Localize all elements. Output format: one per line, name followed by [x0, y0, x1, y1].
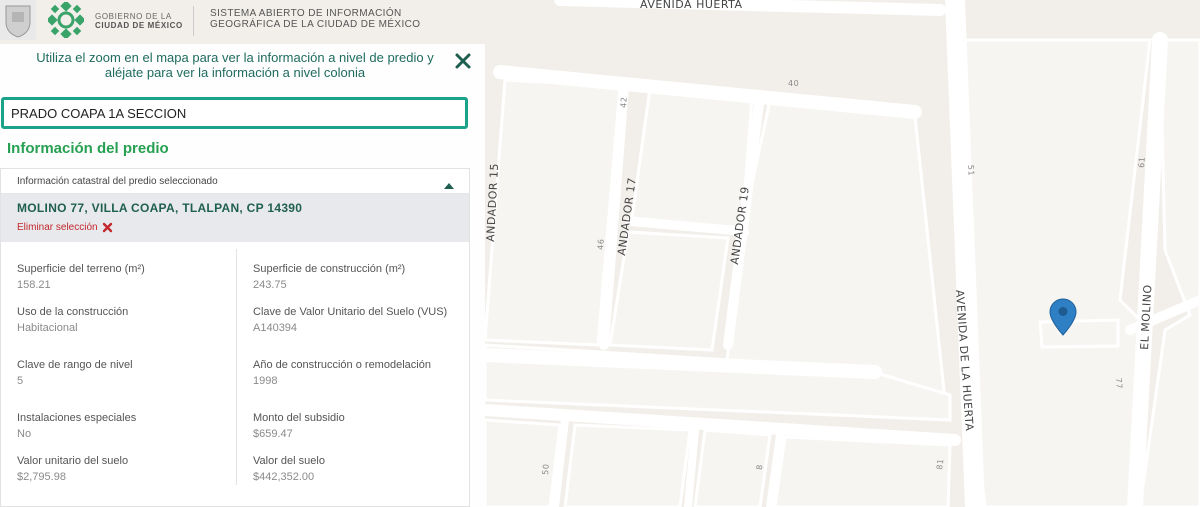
- lot-number-51: 51: [966, 165, 976, 177]
- selected-address-block: MOLINO 77, VILLA COAPA, TLALPAN, CP 1439…: [1, 194, 469, 242]
- cdmx-emblem-icon: [48, 2, 84, 38]
- field-label: Instalaciones especiales: [17, 412, 137, 424]
- field-label: Año de construcción o remodelación: [253, 359, 431, 371]
- info-panel: Utiliza el zoom en el mapa para ver la i…: [0, 44, 485, 507]
- card-header[interactable]: Información catastral del predio selecci…: [1, 169, 469, 194]
- field-value: 5: [17, 375, 24, 387]
- cadastral-info-card: Información catastral del predio selecci…: [0, 168, 470, 507]
- field-uso-construccion: Uso de la construcción Habitacional: [17, 306, 227, 334]
- field-label: Clave de rango de nivel: [17, 359, 133, 371]
- card-header-label: Información catastral del predio selecci…: [17, 176, 218, 187]
- field-valor-suelo: Valor del suelo $442,352.00: [253, 455, 463, 483]
- field-value: $442,352.00: [253, 471, 315, 483]
- field-label: Uso de la construcción: [17, 306, 129, 318]
- header-divider: [193, 6, 194, 36]
- system-title-line1: SISTEMA ABIERTO DE INFORMACIÓN: [210, 8, 402, 19]
- field-value: $2,795.98: [17, 471, 66, 483]
- field-value: 243.75: [253, 279, 287, 291]
- field-anio-construccion: Año de construcción o remodelación 1998: [253, 359, 463, 387]
- field-superficie-construccion: Superficie de construcción (m²) 243.75: [253, 263, 463, 291]
- field-instalaciones-especiales: Instalaciones especiales No: [17, 412, 227, 440]
- field-value: 158.21: [17, 279, 51, 291]
- remove-x-icon: [102, 222, 112, 233]
- map-marker-icon[interactable]: [1049, 298, 1077, 336]
- system-title: SISTEMA ABIERTO DE INFORMACIÓN GEOGRÁFIC…: [210, 8, 420, 30]
- field-label: Superficie de construcción (m²): [253, 263, 406, 275]
- field-superficie-terreno: Superficie del terreno (m²) 158.21: [17, 263, 227, 291]
- section-title: Información del predio: [7, 140, 169, 157]
- lot-number-40: 40: [788, 79, 799, 88]
- government-logo-text: GOBIERNO DE LA CIUDAD DE MÉXICO: [95, 12, 183, 30]
- field-label: Superficie del terreno (m²): [17, 263, 145, 275]
- field-label: Clave de Valor Unitario del Suelo (VUS): [253, 306, 448, 318]
- lot-number-46: 46: [596, 238, 606, 250]
- site-header: GOBIERNO DE LA CIUDAD DE MÉXICO SISTEMA …: [0, 0, 1200, 44]
- field-valor-unitario-suelo: Valor unitario del suelo $2,795.98: [17, 455, 227, 483]
- chevron-up-icon[interactable]: [443, 182, 455, 190]
- column-separator: [236, 249, 237, 485]
- gov-line2: CIUDAD DE MÉXICO: [95, 21, 183, 30]
- lot-number-81: 81: [935, 458, 945, 470]
- selected-address: MOLINO 77, VILLA COAPA, TLALPAN, CP 1439…: [17, 201, 303, 215]
- zoom-instruction: Utiliza el zoom en el mapa para ver la i…: [36, 50, 434, 80]
- lot-number-50: 50: [541, 463, 551, 475]
- close-icon[interactable]: [454, 52, 472, 70]
- lot-number-77: 77: [1114, 378, 1124, 390]
- field-value: $659.47: [253, 428, 293, 440]
- field-clave-rango-nivel: Clave de rango de nivel 5: [17, 359, 227, 387]
- field-label: Monto del subsidio: [253, 412, 345, 424]
- field-label: Valor unitario del suelo: [17, 455, 129, 467]
- field-monto-subsidio: Monto del subsidio $659.47: [253, 412, 463, 440]
- system-title-line2: GEOGRÁFICA DE LA CIUDAD DE MÉXICO: [210, 19, 421, 30]
- field-value: Habitacional: [17, 322, 78, 334]
- remove-selection-button[interactable]: Eliminar selección: [17, 222, 113, 233]
- field-value: A140394: [253, 322, 298, 334]
- field-value: No: [17, 428, 32, 440]
- field-clave-vus: Clave de Valor Unitario del Suelo (VUS) …: [253, 306, 463, 334]
- gov-line1: GOBIERNO DE LA: [95, 12, 172, 21]
- field-label: Valor del suelo: [253, 455, 325, 467]
- field-value: 1998: [253, 375, 278, 387]
- lot-number-8: 8: [755, 464, 764, 470]
- coat-of-arms-icon: [0, 0, 36, 40]
- colonia-search-input[interactable]: [1, 97, 468, 129]
- lot-number-42: 42: [619, 96, 629, 108]
- lot-number-61: 61: [1137, 156, 1147, 168]
- remove-selection-label: Eliminar selección: [17, 222, 98, 233]
